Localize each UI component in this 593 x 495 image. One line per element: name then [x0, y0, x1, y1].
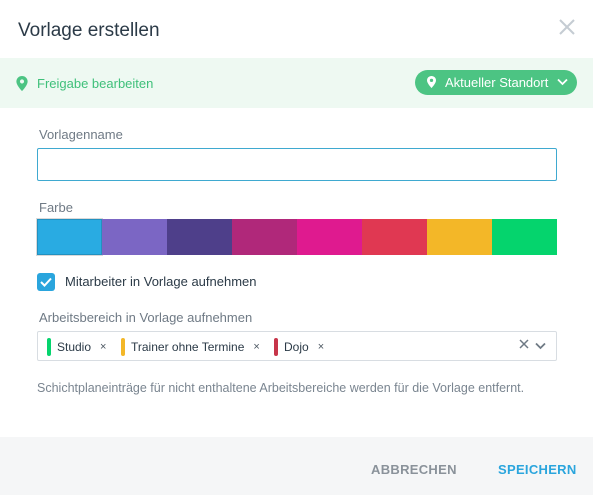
- workarea-tag-label: Trainer ohne Termine: [131, 340, 245, 354]
- chevron-down-icon: [557, 78, 568, 86]
- template-name-input[interactable]: [37, 148, 557, 181]
- template-name-label: Vorlagenname: [39, 127, 123, 142]
- save-button[interactable]: SPEICHERN: [498, 462, 577, 477]
- create-template-dialog: Vorlage erstellen Freigabe bearbeiten Ak…: [0, 0, 593, 495]
- remove-tag-icon[interactable]: ×: [100, 341, 106, 353]
- dialog-title: Vorlage erstellen: [18, 20, 160, 41]
- color-picker: [36, 218, 557, 256]
- include-employees-label: Mitarbeiter in Vorlage aufnehmen: [65, 274, 257, 289]
- color-swatch[interactable]: [102, 219, 167, 255]
- info-text: Schichtplaneinträge für nicht enthaltene…: [37, 381, 525, 395]
- color-swatch[interactable]: [427, 219, 492, 255]
- location-pin-icon: [427, 76, 436, 88]
- close-icon[interactable]: [557, 17, 577, 37]
- workarea-color-bar: [47, 338, 51, 356]
- location-pin-icon: [16, 76, 28, 91]
- workarea-tag: Studio ×: [47, 338, 106, 356]
- color-swatch[interactable]: [167, 219, 232, 255]
- edit-share-link[interactable]: Freigabe bearbeiten: [37, 76, 153, 91]
- workarea-color-bar: [121, 338, 125, 356]
- dialog-footer: ABBRECHEN SPEICHERN: [0, 437, 593, 495]
- color-swatch[interactable]: [36, 218, 103, 256]
- color-swatch[interactable]: [232, 219, 297, 255]
- color-swatch[interactable]: [362, 219, 427, 255]
- workarea-color-bar: [274, 338, 278, 356]
- location-dropdown-label: Aktueller Standort: [445, 75, 549, 90]
- workarea-tag-label: Dojo: [284, 340, 309, 354]
- workarea-tag: Dojo ×: [274, 338, 324, 356]
- clear-selection-icon[interactable]: [519, 339, 529, 349]
- color-swatch[interactable]: [492, 219, 557, 255]
- dialog-header: Vorlage erstellen: [0, 0, 593, 58]
- include-employees-checkbox[interactable]: [37, 273, 55, 291]
- chevron-down-icon[interactable]: [535, 342, 546, 350]
- share-bar: Freigabe bearbeiten Aktueller Standort: [0, 58, 593, 108]
- cancel-button[interactable]: ABBRECHEN: [371, 462, 457, 477]
- remove-tag-icon[interactable]: ×: [253, 341, 259, 353]
- workarea-tag-label: Studio: [57, 340, 92, 354]
- color-label: Farbe: [39, 200, 73, 215]
- workareas-label: Arbeitsbereich in Vorlage aufnehmen: [39, 310, 253, 325]
- location-dropdown[interactable]: Aktueller Standort: [415, 70, 577, 95]
- remove-tag-icon[interactable]: ×: [318, 341, 324, 353]
- workareas-select[interactable]: Studio × Trainer ohne Termine × Dojo ×: [37, 331, 557, 361]
- color-swatch[interactable]: [297, 219, 362, 255]
- checkmark-icon: [40, 277, 52, 287]
- workarea-tag: Trainer ohne Termine ×: [121, 338, 260, 356]
